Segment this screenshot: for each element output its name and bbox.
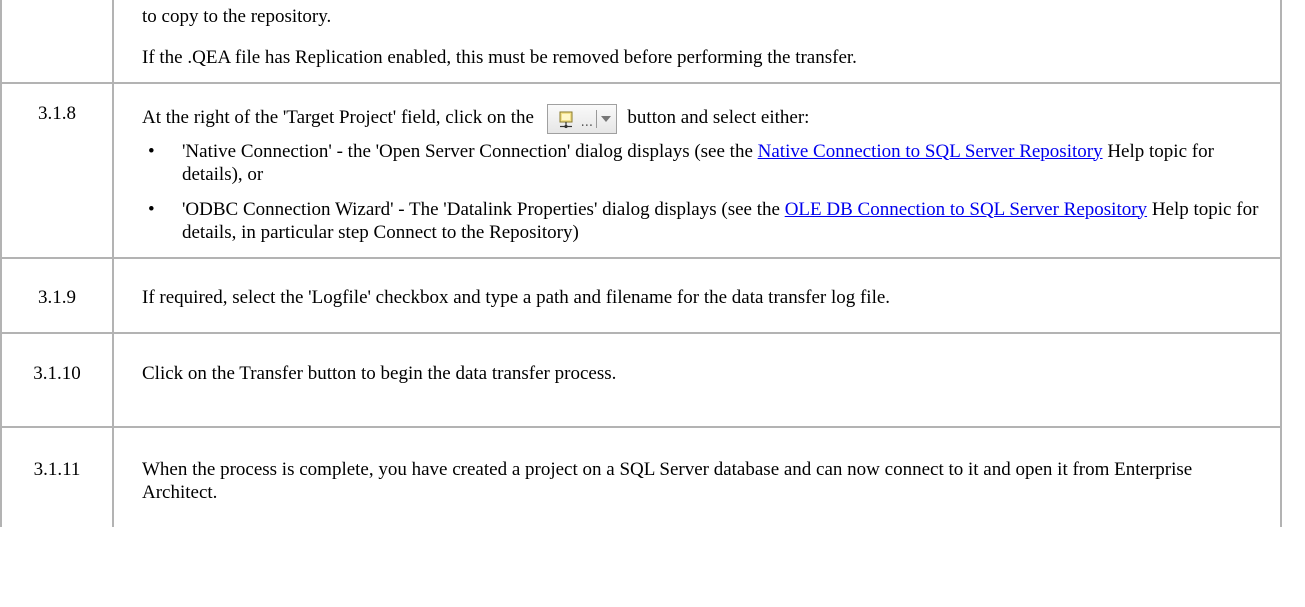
list-item: • 'ODBC Connection Wizard' - The 'Datalin…: [142, 198, 1268, 244]
native-connection-link[interactable]: Native Connection to SQL Server Reposito…: [758, 141, 1103, 162]
ole-db-connection-link[interactable]: OLE DB Connection to SQL Server Reposito…: [785, 199, 1147, 220]
step-number: [0, 0, 114, 84]
step-description: When the process is complete, you have c…: [112, 427, 1282, 527]
bullet-text: 'Native Connection' - the 'Open Server C…: [182, 140, 758, 162]
bullet-icon: •: [148, 140, 155, 162]
step-description: to copy to the repository. If the .QEA f…: [112, 0, 1282, 84]
connection-dropdown-button[interactable]: ...: [546, 103, 617, 134]
text-line: to copy to the repository.: [142, 6, 332, 27]
option-list: • 'Native Connection' - the 'Open Server …: [142, 140, 1268, 244]
step-description: If required, select the 'Logfile' checkb…: [112, 258, 1282, 334]
text-line: If the .QEA file has Replication enabled…: [142, 47, 857, 68]
table-row: 3.1.11 When the process is complete, you…: [0, 427, 1282, 527]
step-number: 3.1.10: [0, 333, 114, 428]
ellipsis-label: ...: [580, 114, 594, 130]
step-number: 3.1.11: [0, 427, 114, 527]
intro-text: At the right of the 'Target Project' fie…: [142, 107, 534, 128]
table-row: 3.1.9 If required, select the 'Logfile' …: [0, 258, 1282, 334]
step-intro: At the right of the 'Target Project' fie…: [142, 103, 1268, 134]
step-number: 3.1.9: [0, 258, 114, 334]
step-description: Click on the Transfer button to begin th…: [112, 333, 1282, 428]
steps-table: to copy to the repository. If the .QEA f…: [0, 0, 1282, 527]
button-separator: [595, 109, 597, 128]
bullet-icon: •: [148, 198, 155, 220]
intro-text: button and select either:: [627, 107, 810, 128]
step-description: At the right of the 'Target Project' fie…: [112, 83, 1282, 259]
chevron-down-icon: [600, 115, 611, 122]
bullet-text: 'ODBC Connection Wizard' - The 'Datalink…: [182, 198, 785, 220]
database-connection-icon: [559, 111, 573, 128]
table-row: 3.1.10 Click on the Transfer button to b…: [0, 333, 1282, 428]
step-number: 3.1.8: [0, 83, 114, 259]
table-row: 3.1.8 At the right of the 'Target Projec…: [0, 83, 1282, 259]
list-item: • 'Native Connection' - the 'Open Server …: [142, 140, 1268, 186]
table-row: to copy to the repository. If the .QEA f…: [0, 0, 1282, 84]
